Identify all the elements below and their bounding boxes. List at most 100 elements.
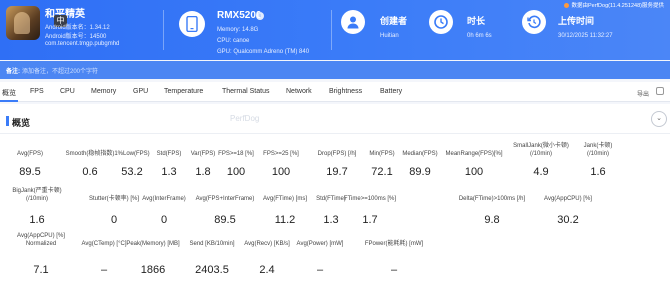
tab-temperature[interactable]: Temperature xyxy=(164,88,203,95)
metric-value: 0 xyxy=(110,214,118,226)
metric-label: Avg(AppCPU) [%] Normalized xyxy=(17,233,65,247)
report-header: 和平精英 中 Android版本名：1.34.12 Android版本号：145… xyxy=(0,0,670,60)
tab-fps[interactable]: FPS xyxy=(30,88,44,95)
upload-time-value: 30/12/2025 11:32:27 xyxy=(558,33,613,39)
metric-label: Avg(AppCPU) [%] xyxy=(544,196,592,202)
notes-bar[interactable]: 备注: 添加备注，不超过200个字符 xyxy=(0,61,670,79)
active-tab-indicator xyxy=(0,100,18,102)
perfdog-watermark: PerfDog xyxy=(230,114,260,123)
tab-gpu[interactable]: GPU xyxy=(133,88,148,95)
tab-cpu[interactable]: CPU xyxy=(60,88,75,95)
metric-value: 72.1 xyxy=(371,166,393,178)
metric-value: 30.2 xyxy=(557,214,579,226)
metric-label: Std(FPS) xyxy=(156,151,182,157)
metric-value: 1.6 xyxy=(590,166,606,178)
metric-label: Avg(InterFrame) xyxy=(142,196,186,202)
duration-value: 0h 6m 6s xyxy=(467,33,492,39)
metric-value: 100 xyxy=(464,166,484,178)
device-name: RMX5200 xyxy=(217,10,262,21)
metric-value: 89.9 xyxy=(409,166,431,178)
metric-value: 4.9 xyxy=(533,166,549,178)
metric-label: Delta(FTime)>100ms [/h] xyxy=(458,196,526,202)
perfdog-service-tag: 数据由PerfDog(11.4.251248)服务提供 xyxy=(564,1,664,9)
metric-label: FTime>=100ms [%] xyxy=(343,196,397,202)
metric-value: 1.7 xyxy=(362,214,378,226)
metric-value: 2403.5 xyxy=(195,264,229,276)
export-button[interactable]: 导出 xyxy=(637,89,649,98)
perfdog-logo-icon xyxy=(564,3,570,9)
metric-label: FPS>=25 [%] xyxy=(263,151,299,157)
metric-value: 1.3 xyxy=(323,214,339,226)
device-gpu: GPU: Qualcomm Adreno (TM) 840 xyxy=(217,49,310,55)
header-divider xyxy=(163,10,164,50)
metric-label: Median(FPS) xyxy=(402,151,438,157)
creator-value: Huitian xyxy=(380,33,399,39)
device-cpu: CPU: canoe xyxy=(217,38,250,44)
tab-memory[interactable]: Memory xyxy=(91,88,116,95)
clock-icon xyxy=(429,10,453,34)
metric-value: 89.5 xyxy=(214,214,236,226)
metric-label: Var(FPS) xyxy=(190,151,216,157)
metric-label: SmallJank(微小卡顿) (/10min) xyxy=(513,143,569,157)
metric-value: 100 xyxy=(226,166,246,178)
metric-value: 1.8 xyxy=(195,166,211,178)
history-icon xyxy=(522,10,546,34)
metric-value: – xyxy=(100,264,108,276)
overview-card: 概览 PerfDog ⌄ Avg(FPS) 89.5 Smooth(稳帧指数) 0.6… xyxy=(0,104,670,299)
metric-value: 0.6 xyxy=(82,166,98,178)
phone-icon xyxy=(179,11,205,37)
metric-label: Avg(FTime) [ms] xyxy=(262,196,308,202)
duration-label: 时长 xyxy=(467,16,486,26)
notes-label: 备注: xyxy=(6,69,20,75)
notes-input[interactable]: 添加备注，不超过200个字符 xyxy=(22,66,98,75)
metric-label: 1%Low(FPS) xyxy=(114,151,150,157)
metric-label: Avg(CTemp) [°C] xyxy=(81,241,127,247)
creator-label: 创建者 xyxy=(380,16,408,26)
metric-value: – xyxy=(390,264,398,276)
metric-label: FPS>=18 [%] xyxy=(218,151,254,157)
metric-value: 9.8 xyxy=(484,214,500,226)
section-accent xyxy=(6,116,9,126)
metric-value: 7.1 xyxy=(33,264,49,276)
metric-value: 11.2 xyxy=(274,214,296,226)
metric-value: 19.7 xyxy=(326,166,348,178)
tab-network[interactable]: Network xyxy=(286,88,312,95)
tab-thermal-status[interactable]: Thermal Status xyxy=(222,88,269,95)
android-version-name: Android版本名：1.34.12 xyxy=(45,25,110,31)
metric-label: FPower(能耗耗) [mW] xyxy=(364,241,424,247)
metric-label: Avg(Power) [mW] xyxy=(296,241,344,247)
export-icon[interactable] xyxy=(656,87,664,95)
header-divider xyxy=(331,10,332,50)
metric-label: Std(FTime) xyxy=(316,196,346,202)
metric-label: Smooth(稳帧指数) xyxy=(65,151,115,157)
metric-label: Min(FPS) xyxy=(369,151,395,157)
metric-label: Drop(FPS) [/h] xyxy=(317,151,357,157)
metric-value: 1866 xyxy=(140,264,166,276)
upload-time-label: 上传时间 xyxy=(558,16,595,26)
metric-value: 1.6 xyxy=(29,214,45,226)
metric-label: Avg(FPS) xyxy=(17,151,43,157)
metric-value: 0 xyxy=(160,214,168,226)
info-icon[interactable]: i xyxy=(256,12,264,20)
tab-brightness[interactable]: Brightness xyxy=(329,88,362,95)
tab-battery[interactable]: Battery xyxy=(380,88,402,95)
metric-value: 1.3 xyxy=(161,166,177,178)
metric-tabs: 概览 FPS CPU Memory GPU Temperature Therma… xyxy=(0,82,670,102)
metric-value: 89.5 xyxy=(19,166,41,178)
tab-overview[interactable]: 概览 xyxy=(2,88,16,98)
game-icon xyxy=(6,6,40,40)
metric-value: 2.4 xyxy=(259,264,275,276)
collapse-chevron-icon[interactable]: ⌄ xyxy=(651,111,667,127)
metric-value: 100 xyxy=(271,166,291,178)
metric-label: Avg(Recv) [KB/s] xyxy=(244,241,290,247)
metric-label: Peak(Memory) [MB] xyxy=(126,241,180,247)
metric-label: BigJank(严重卡顿) (/10min) xyxy=(12,188,62,202)
user-icon xyxy=(341,10,365,34)
metric-label: Avg(FPS+InterFrame) xyxy=(195,196,255,202)
android-version-code: Android版本号：14500 xyxy=(45,34,107,40)
package-name: com.tencent.tmgp.pubgmhd xyxy=(45,41,120,47)
divider xyxy=(0,133,670,134)
metric-label: Send [KB/10min] xyxy=(189,241,235,247)
metric-value: 53.2 xyxy=(121,166,143,178)
metric-label: Jank(卡顿) (/10min) xyxy=(583,143,613,157)
